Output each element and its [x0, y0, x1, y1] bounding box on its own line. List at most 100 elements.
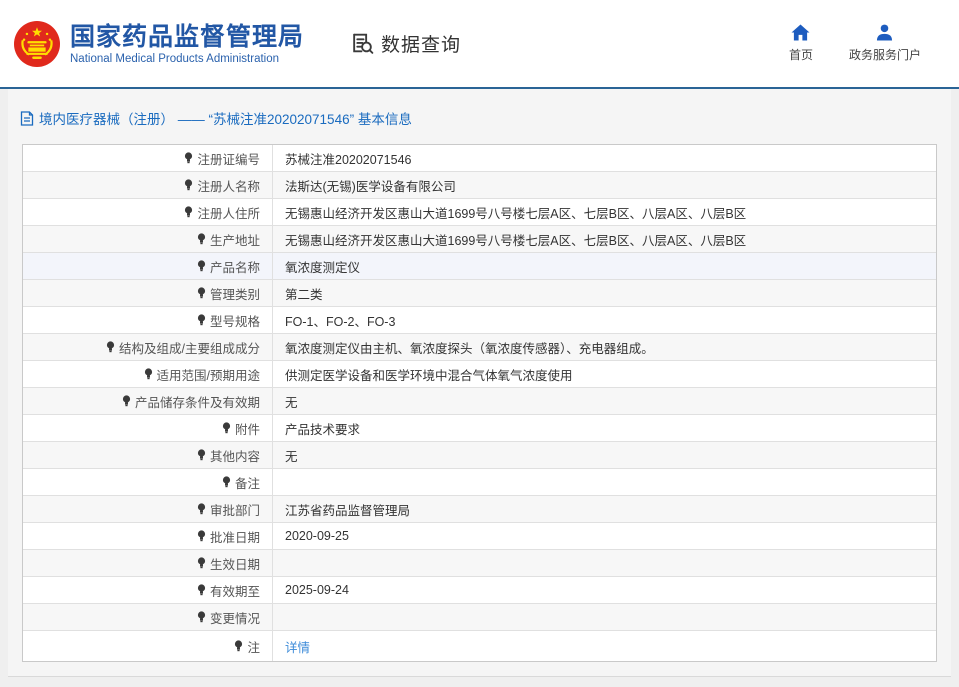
field-value-cell: 氧浓度测定仪由主机、氧浓度探头（氧浓度传感器）、充电器组成。 — [273, 334, 936, 360]
nav-gov-portal-label: 政务服务门户 — [849, 46, 921, 63]
bulb-icon — [197, 314, 206, 326]
field-value: 无 — [285, 446, 298, 465]
field-value-cell: 苏械注准20202071546 — [273, 145, 936, 171]
field-label: 附件 — [23, 415, 273, 441]
nav-gov-portal[interactable]: 政务服务门户 — [849, 24, 921, 63]
data-query-label: 数据查询 — [381, 30, 461, 57]
field-value-cell — [273, 469, 936, 495]
detail-link[interactable]: 详情 — [285, 637, 310, 656]
bulb-icon — [184, 152, 193, 164]
bulb-icon — [222, 422, 231, 434]
bulb-icon — [234, 640, 243, 652]
field-label-text: 生产地址 — [210, 230, 260, 249]
table-row: 生产地址 无锡惠山经济开发区惠山大道1699号八号楼七层A区、七层B区、八层A区… — [23, 226, 936, 253]
bulb-icon — [197, 233, 206, 245]
bulb-icon — [197, 611, 206, 623]
field-value: 苏械注准20202071546 — [285, 149, 411, 168]
document-icon — [20, 111, 34, 126]
field-value: 法斯达(无锡)医学设备有限公司 — [285, 176, 456, 195]
field-label: 注册人住所 — [23, 199, 273, 225]
field-label: 产品储存条件及有效期 — [23, 388, 273, 414]
field-label-text: 附件 — [235, 419, 260, 438]
table-row: 产品名称 氧浓度测定仪 — [23, 253, 936, 280]
field-value: 产品技术要求 — [285, 419, 360, 438]
field-label-text: 注册证编号 — [197, 149, 260, 168]
brand-text: 国家药品监督管理局 National Medical Products Admi… — [70, 22, 304, 65]
field-label: 型号规格 — [23, 307, 273, 333]
data-query-tab[interactable]: 数据查询 — [350, 30, 461, 57]
field-value-cell — [273, 604, 936, 630]
field-label-text: 型号规格 — [210, 311, 260, 330]
field-value-cell: 无锡惠山经济开发区惠山大道1699号八号楼七层A区、七层B区、八层A区、八层B区 — [273, 199, 936, 225]
field-value-cell: 法斯达(无锡)医学设备有限公司 — [273, 172, 936, 198]
field-label: 生产地址 — [23, 226, 273, 252]
field-label-text: 生效日期 — [210, 554, 260, 573]
field-label: 注册人名称 — [23, 172, 273, 198]
nav-home-label: 首页 — [789, 46, 813, 63]
bulb-icon — [184, 179, 193, 191]
brand-title: 国家药品监督管理局 — [70, 22, 304, 52]
field-label: 审批部门 — [23, 496, 273, 522]
home-icon — [791, 24, 810, 41]
bulb-icon — [197, 287, 206, 299]
field-label: 产品名称 — [23, 253, 273, 279]
field-label: 备注 — [23, 469, 273, 495]
bulb-icon — [222, 476, 231, 488]
bulb-icon — [144, 368, 153, 380]
bulb-icon — [197, 503, 206, 515]
page-title-text: 境内医疗器械（注册） —— “苏械注准20202071546” 基本信息 — [39, 108, 412, 128]
bulb-icon — [197, 449, 206, 461]
table-row: 其他内容 无 — [23, 442, 936, 469]
field-label-text: 适用范围/预期用途 — [157, 365, 260, 384]
field-value-cell: 江苏省药品监督管理局 — [273, 496, 936, 522]
field-label-text: 审批部门 — [210, 500, 260, 519]
bulb-icon — [184, 206, 193, 218]
field-value-cell: 无锡惠山经济开发区惠山大道1699号八号楼七层A区、七层B区、八层A区、八层B区 — [273, 226, 936, 252]
table-row: 变更情况 — [23, 604, 936, 631]
field-value-cell: FO-1、FO-2、FO-3 — [273, 307, 936, 333]
bulb-icon — [197, 530, 206, 542]
field-value-cell: 第二类 — [273, 280, 936, 306]
field-label-text: 变更情况 — [210, 608, 260, 627]
field-value-cell: 2025-09-24 — [273, 577, 936, 603]
table-row: 产品储存条件及有效期 无 — [23, 388, 936, 415]
table-row: 附件 产品技术要求 — [23, 415, 936, 442]
registration-info-table: 注册证编号 苏械注准20202071546 注册人名称 法斯达(无锡)医学设备有… — [22, 144, 937, 662]
field-label: 有效期至 — [23, 577, 273, 603]
table-row: 注册人名称 法斯达(无锡)医学设备有限公司 — [23, 172, 936, 199]
bulb-icon — [197, 584, 206, 596]
field-label-text: 管理类别 — [210, 284, 260, 303]
bulb-icon — [197, 557, 206, 569]
field-label: 注册证编号 — [23, 145, 273, 171]
table-row: 适用范围/预期用途 供测定医学设备和医学环境中混合气体氧气浓度使用 — [23, 361, 936, 388]
table-row: 有效期至 2025-09-24 — [23, 577, 936, 604]
field-value: 2020-09-25 — [285, 529, 349, 543]
table-row: 审批部门 江苏省药品监督管理局 — [23, 496, 936, 523]
field-label: 结构及组成/主要组成成分 — [23, 334, 273, 360]
field-label-text: 注 — [247, 637, 260, 656]
field-value-cell: 无 — [273, 388, 936, 414]
table-row: 注 详情 — [23, 631, 936, 661]
nav-home[interactable]: 首页 — [789, 24, 813, 63]
bulb-icon — [197, 260, 206, 272]
page-title: 境内医疗器械（注册） —— “苏械注准20202071546” 基本信息 — [18, 108, 941, 128]
bulb-icon — [106, 341, 115, 353]
brand-logo-link[interactable]: 国家药品监督管理局 National Medical Products Admi… — [14, 21, 304, 67]
field-value-cell: 氧浓度测定仪 — [273, 253, 936, 279]
field-value: 无锡惠山经济开发区惠山大道1699号八号楼七层A区、七层B区、八层A区、八层B区 — [285, 203, 746, 222]
field-value-cell: 供测定医学设备和医学环境中混合气体氧气浓度使用 — [273, 361, 936, 387]
field-value: 氧浓度测定仪 — [285, 257, 360, 276]
table-row: 备注 — [23, 469, 936, 496]
field-value-cell: 产品技术要求 — [273, 415, 936, 441]
field-label: 注 — [23, 631, 273, 661]
field-value: 第二类 — [285, 284, 323, 303]
user-icon — [875, 24, 894, 41]
table-row: 型号规格 FO-1、FO-2、FO-3 — [23, 307, 936, 334]
document-search-icon — [350, 31, 375, 56]
field-value: 江苏省药品监督管理局 — [285, 500, 410, 519]
field-label: 其他内容 — [23, 442, 273, 468]
bulb-icon — [122, 395, 131, 407]
field-label-text: 产品储存条件及有效期 — [135, 392, 260, 411]
table-row: 注册证编号 苏械注准20202071546 — [23, 145, 936, 172]
field-value: 无锡惠山经济开发区惠山大道1699号八号楼七层A区、七层B区、八层A区、八层B区 — [285, 230, 746, 249]
